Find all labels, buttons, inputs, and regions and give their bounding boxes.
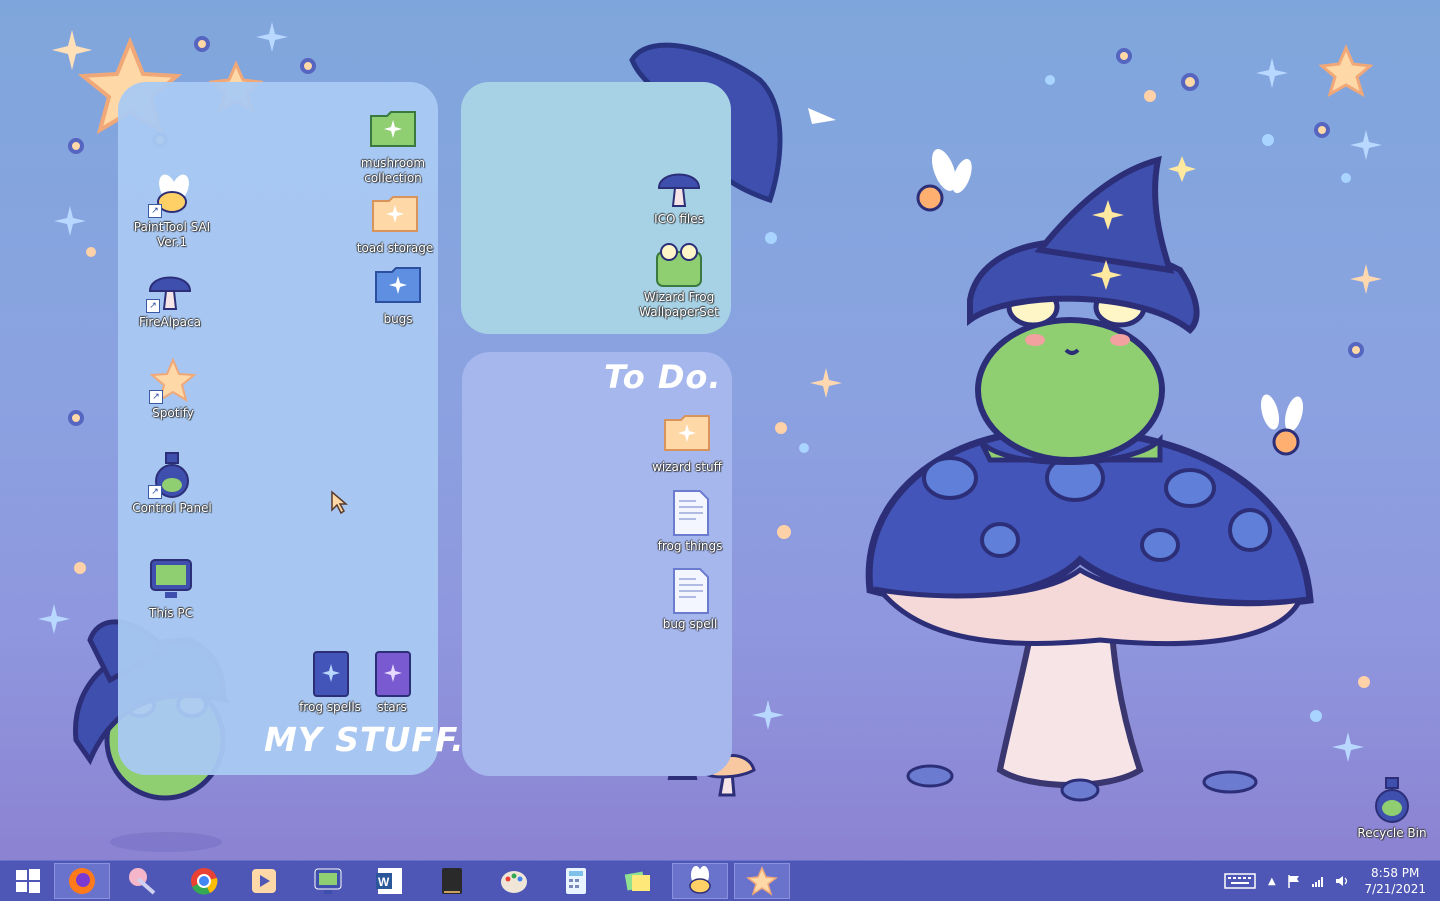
desktop-icon-spotify[interactable]: ↗ Spotify <box>131 356 215 421</box>
sparkle-decoration <box>1350 130 1382 160</box>
ring-decoration <box>1183 75 1197 89</box>
mushroom-icon <box>655 162 703 210</box>
ring-decoration <box>1118 50 1130 62</box>
keyboard-icon[interactable] <box>1224 871 1256 891</box>
calculator-icon <box>560 865 592 897</box>
desktop-icon-ico-files[interactable]: ICO files <box>637 162 721 227</box>
desktop-icon-painttool[interactable]: ↗ PaintTool SAI Ver.1 <box>130 170 214 250</box>
sticky-notes-icon <box>622 865 654 897</box>
sparkle-decoration <box>38 604 70 634</box>
desktop-icon-recycle-bin[interactable]: Recycle Bin <box>1350 776 1434 841</box>
orange-folder-icon <box>371 191 419 239</box>
ring-decoration <box>1316 124 1328 136</box>
ring-decoration <box>70 140 82 152</box>
bee-icon <box>684 865 716 897</box>
mushroom-icon: ↗ <box>146 265 194 313</box>
frog-icon <box>655 240 703 288</box>
ring-decoration <box>302 60 314 72</box>
desktop-icon-toad-storage[interactable]: toad storage <box>353 191 437 256</box>
taskbar-word[interactable]: W <box>362 863 418 899</box>
network-icon[interactable] <box>1310 873 1326 889</box>
clock-time: 8:58 PM <box>1364 865 1426 881</box>
taskbar-calculator[interactable] <box>548 863 604 899</box>
desktop-icon-stars[interactable]: stars <box>350 650 434 715</box>
desktop: MY STUFF. To Do. ↗ PaintTool SAI Ver.1 ↗… <box>0 0 1440 860</box>
taskbar-firefox[interactable] <box>54 863 110 899</box>
sparkle-decoration <box>1256 58 1288 88</box>
sparkle-decoration <box>1350 264 1382 294</box>
sparkle-decoration <box>256 22 288 52</box>
desktop-icon-bug-spell[interactable]: bug spell <box>648 567 732 632</box>
purple-book-icon <box>368 650 416 698</box>
mushroom-art <box>869 156 1310 800</box>
desktop-icon-wizard-frog[interactable]: Wizard Frog WallpaperSet <box>637 240 721 320</box>
notebook-icon <box>436 865 468 897</box>
clock-date: 7/21/2021 <box>1364 881 1426 897</box>
star-icon <box>746 865 778 897</box>
mouse-cursor-icon <box>330 490 348 516</box>
desktop-icon-this-pc[interactable]: This PC <box>129 556 213 621</box>
sparkle-decoration <box>1332 732 1364 762</box>
chrome-icon <box>188 865 220 897</box>
orange-folder-icon <box>663 410 711 458</box>
clock[interactable]: 8:58 PM 7/21/2021 <box>1364 865 1426 897</box>
sparkle-decoration <box>752 700 784 730</box>
desktop-icon-bugs[interactable]: bugs <box>356 262 440 327</box>
taskbar-frog-monitor[interactable] <box>300 863 356 899</box>
star-icon: ↗ <box>149 356 197 404</box>
start-button[interactable] <box>0 863 56 899</box>
taskbar-notebook[interactable] <box>424 863 480 899</box>
taskbar-palette[interactable] <box>486 863 542 899</box>
word-icon: W <box>374 865 406 897</box>
taskbar-paint-brush[interactable] <box>114 863 170 899</box>
desktop-icon-frog-things[interactable]: frog things <box>648 489 732 554</box>
show-hidden-icons-icon[interactable]: ▲ <box>1268 876 1276 887</box>
green-folder-icon <box>369 106 417 154</box>
media-player-icon <box>248 865 280 897</box>
star-decoration <box>1322 48 1370 94</box>
paint-brush-icon <box>126 865 158 897</box>
spellbook-icon <box>306 650 354 698</box>
firefox-icon <box>66 865 98 897</box>
taskbar-media-player[interactable] <box>236 863 292 899</box>
taskbar-bee-app[interactable] <box>672 863 728 899</box>
text-document-icon <box>666 489 714 537</box>
taskbar-star-app[interactable] <box>734 863 790 899</box>
volume-icon[interactable] <box>1334 873 1350 889</box>
palette-icon <box>498 865 530 897</box>
ring-decoration <box>196 38 208 50</box>
text-document-icon <box>666 567 714 615</box>
desktop-icon-firealpaca[interactable]: ↗ FireAlpaca <box>128 265 212 330</box>
monitor-icon <box>147 556 195 604</box>
bee-icon: ↗ <box>148 170 196 218</box>
ring-decoration <box>1350 344 1362 356</box>
sparkle-decoration <box>52 30 92 70</box>
svg-text:W: W <box>378 875 390 889</box>
taskbar-sticky-notes[interactable] <box>610 863 666 899</box>
potion-recycle-bin-icon <box>1368 776 1416 824</box>
desktop-icon-wizard-stuff[interactable]: wizard stuff <box>645 410 729 475</box>
system-tray: ▲ <box>1224 861 1350 901</box>
start-icon <box>14 867 42 895</box>
sparkle-decoration <box>810 368 842 398</box>
potion-icon: ↗ <box>148 451 196 499</box>
sparkle-decoration <box>54 206 86 236</box>
taskbar: W ▲ 8:58 PM 7/21/2021 <box>0 860 1440 901</box>
ring-decoration <box>70 412 82 424</box>
flag-icon[interactable] <box>1286 873 1302 889</box>
frog-monitor-icon <box>312 865 344 897</box>
todo-heading: To Do. <box>604 358 722 396</box>
my-stuff-heading: MY STUFF. <box>264 720 465 759</box>
taskbar-chrome[interactable] <box>176 863 232 899</box>
desktop-icon-control-panel[interactable]: ↗ Control Panel <box>130 451 214 516</box>
blue-folder-icon <box>374 262 422 310</box>
desktop-icon-mushroom-collection[interactable]: mushroom collection <box>351 106 435 186</box>
